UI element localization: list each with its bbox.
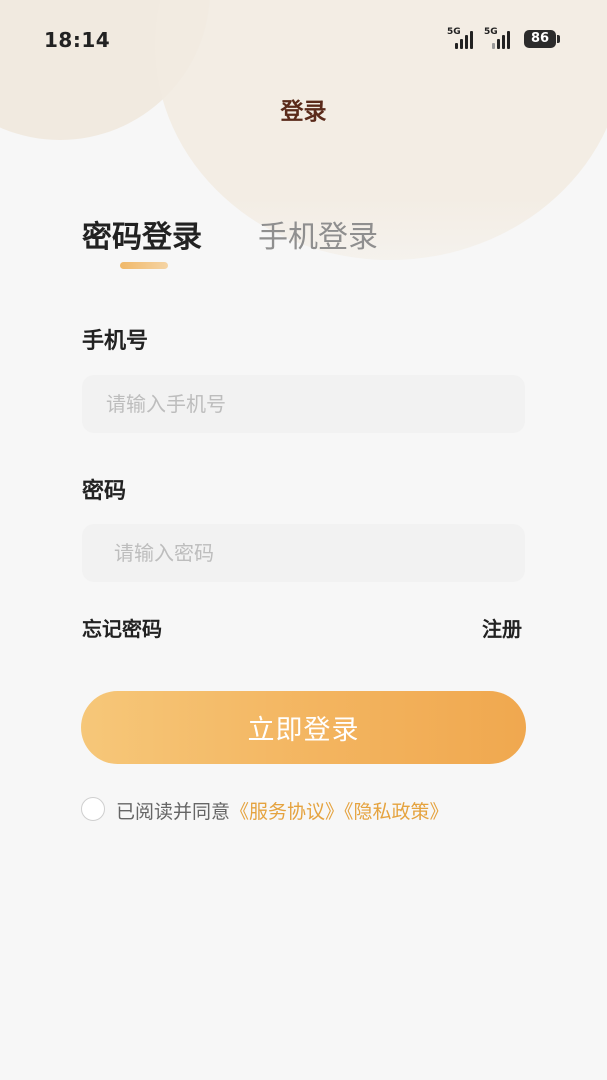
tab-password-login[interactable]: 密码登录 [82, 212, 202, 256]
status-bar: 18:14 5G 5G 86 [0, 0, 607, 80]
password-label: 密码 [82, 479, 127, 504]
status-time: 18:14 [44, 28, 111, 52]
phone-label: 手机号 [82, 329, 149, 354]
register-link[interactable]: 注册 [482, 613, 522, 642]
password-input[interactable] [82, 524, 525, 582]
terms-of-service-link[interactable]: 《服务协议》 [230, 801, 344, 823]
network-type-label: 5G [447, 27, 461, 37]
active-tab-indicator [120, 262, 168, 269]
login-button[interactable]: 立即登录 [81, 691, 526, 764]
network-type-label: 5G [484, 27, 498, 37]
agreement-text: 已阅读并同意《服务协议》《隐私政策》 [116, 797, 449, 824]
cell-signal-icon: 5G [447, 27, 481, 49]
agreement-checkbox[interactable] [81, 797, 105, 821]
agreement-prefix: 已阅读并同意 [116, 801, 231, 823]
battery-level: 86 [530, 31, 550, 46]
forgot-password-link[interactable]: 忘记密码 [82, 613, 162, 642]
cell-signal-icon: 5G [484, 27, 518, 49]
page-title: 登录 [280, 99, 327, 125]
battery-tip [557, 35, 560, 43]
privacy-policy-link[interactable]: 《隐私政策》 [344, 801, 449, 823]
phone-input[interactable] [82, 375, 525, 433]
battery-icon: 86 [524, 30, 556, 48]
tab-phone-login[interactable]: 手机登录 [258, 212, 378, 256]
